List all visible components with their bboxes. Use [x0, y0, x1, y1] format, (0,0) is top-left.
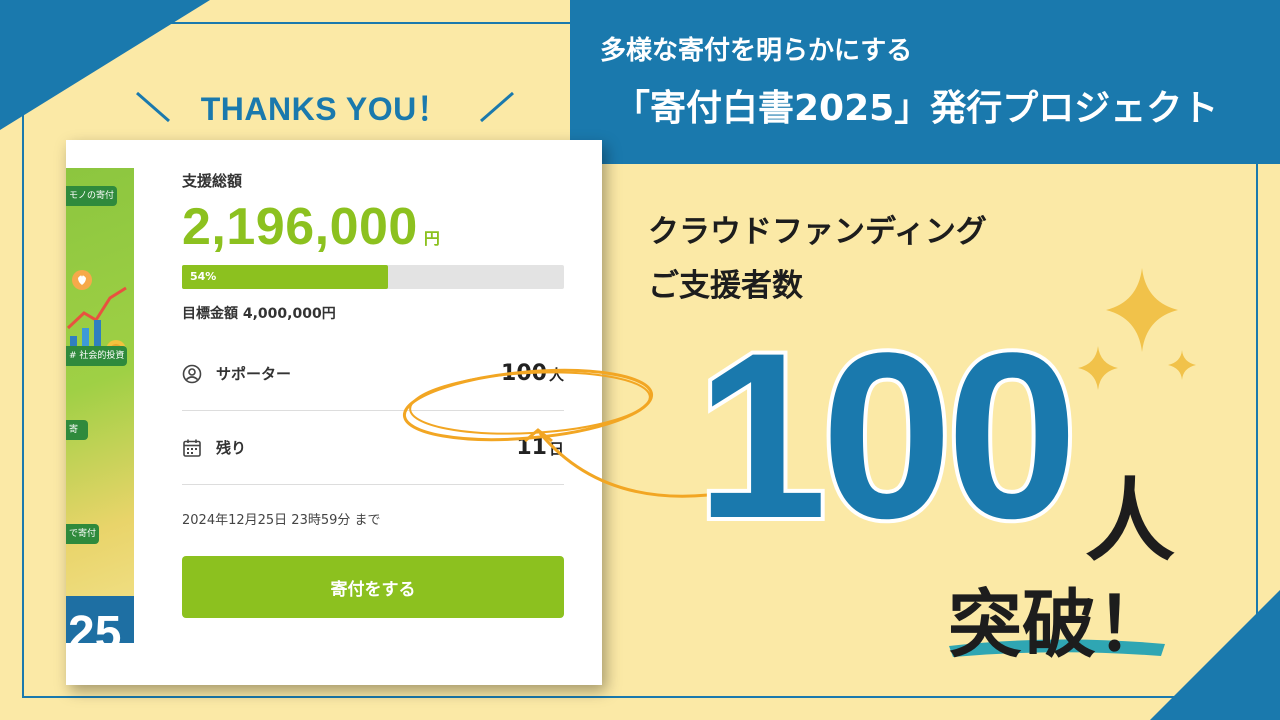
remaining-label: 残り	[216, 439, 247, 457]
supporters-big-unit: 人	[1085, 469, 1175, 574]
progress-fill: 54%	[182, 265, 389, 289]
donate-button[interactable]: 寄付をする	[182, 556, 564, 618]
supporters-big-number: 100	[692, 304, 1082, 568]
total-amount-unit: 円	[423, 229, 440, 248]
project-subtitle: 多様な寄付を明らかにする	[600, 36, 913, 66]
project-title: 「寄付白書2025」発行プロジェクト	[614, 88, 1219, 129]
callout-line-1: クラウドファンディング	[648, 214, 987, 250]
goal-amount: 目標金額 4,000,000円	[182, 306, 336, 322]
project-title-box: 多様な寄付を明らかにする 「寄付白書2025」発行プロジェクト	[570, 0, 1280, 164]
deadline-text: 2024年12月25日 23時59分 まで	[182, 513, 381, 528]
thumbnail-tag: 寄	[66, 420, 88, 440]
thanks-text: THANKS YOU！	[200, 91, 450, 127]
slash-right-icon	[480, 91, 515, 123]
thumbnail-tag: モノの寄付	[66, 186, 118, 206]
person-icon	[182, 364, 202, 383]
total-amount: 2,196,000 円	[182, 197, 564, 257]
achievement-text: 突破！	[948, 582, 1170, 668]
supporters-label: サポーター	[216, 365, 292, 383]
callout-label: クラウドファンディング ご支援者数	[648, 205, 987, 313]
sparkle-icon	[1078, 268, 1196, 390]
calendar-icon	[183, 439, 201, 457]
thumbnail-tag: で寄付	[66, 524, 100, 544]
total-amount-value: 2,196,000	[182, 198, 418, 256]
thumbnail-year: 25	[66, 596, 134, 643]
total-label: 支援総額	[182, 172, 243, 190]
progress-bar: 54%	[182, 265, 564, 289]
project-thumbnail: モノの寄付 # 社会的投資 寄 で寄付 25	[66, 168, 134, 643]
slash-left-icon	[135, 91, 170, 123]
thumbnail-tag: # 社会的投資	[66, 346, 128, 366]
circle-annotation	[402, 368, 709, 498]
thanks-heading: THANKS YOU！	[100, 82, 550, 132]
